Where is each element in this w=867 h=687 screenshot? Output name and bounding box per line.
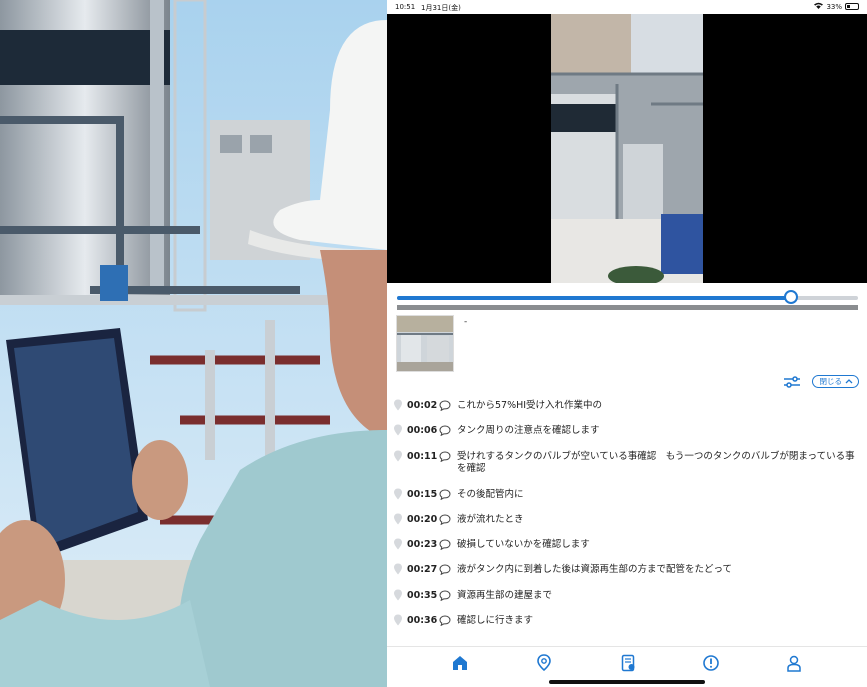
location-pin-icon [394,513,402,525]
alert-icon[interactable] [702,654,720,672]
sliders-icon[interactable] [783,375,800,388]
chevron-up-icon [845,377,853,386]
transcript-row[interactable]: 00:36 確認しに行きます [387,612,867,637]
transcript-row[interactable]: 00:23 破損していないかを確認します [387,536,867,561]
transcript-row[interactable]: 00:20 液が流れたとき [387,511,867,536]
transcript-time[interactable]: 00:15 [407,489,437,500]
video-seekbar[interactable] [397,290,858,304]
close-transcript-button[interactable]: 閉じる [811,375,859,388]
transcript-time[interactable]: 00:35 [407,590,437,601]
video-buffer-bar [397,305,858,310]
transcript-time[interactable]: 00:27 [407,564,437,575]
transcript-text: 液が流れたとき [457,513,524,525]
video-player[interactable] [387,14,867,283]
location-pin-icon [394,424,402,436]
location-pin-icon [394,399,402,411]
transcript-text: 確認しに行きます [457,615,534,627]
location-pin-icon [394,450,402,462]
status-time: 10:51 [395,3,416,11]
location-pin-icon [394,563,402,575]
comment-icon [439,539,451,551]
wifi-icon [814,2,824,11]
transcript-time[interactable]: 00:20 [407,514,437,525]
user-icon[interactable] [785,654,803,672]
comment-icon [439,489,451,500]
transcript-row[interactable]: 00:15 その後配管内に [387,486,867,511]
transcript-text: タンク周りの注意点を確認します [457,425,600,437]
battery-percent: 33% [826,2,842,11]
clip-thumbnail[interactable] [396,315,454,372]
transcript-time[interactable]: 00:36 [407,615,437,626]
comment-icon [439,425,451,437]
transcript-list: 00:02 これから57%HI受け入れ作業中の 00:06 タンク周りの注意点を確認し… [387,397,867,637]
battery-icon [845,3,859,10]
transcript-row[interactable]: 00:11 受けれするタンクのバルブが空いている事確認 もう一つのタンクのバルブが… [387,448,867,486]
transcript-time[interactable]: 00:23 [407,539,437,550]
comment-icon [439,615,451,627]
transcript-time[interactable]: 00:06 [407,425,437,436]
status-bar: 10:51 1月31日(金) 33% [387,0,867,14]
location-pin-icon [394,488,402,500]
close-button-label: 閉じる [819,377,843,386]
home-indicator [549,680,705,684]
transcript-text: 受けれするタンクのバルブが空いている事確認 もう一つのタンクのバルブが閉まってい… [457,450,855,475]
comment-icon [439,451,451,462]
transcript-time[interactable]: 00:02 [407,400,437,411]
transcript-text: 液がタンク内に到着した後は資源再生部の方まで配管をたどって [457,564,733,576]
tablet-screen: 10:51 1月31日(金) 33% - 閉じる 00:02 これから57%HI… [387,0,867,687]
document-icon[interactable] [619,654,637,672]
transcript-row[interactable]: 00:02 これから57%HI受け入れ作業中の [387,397,867,422]
seekbar-progress [397,296,792,300]
transcript-text: これから57%HI受け入れ作業中の [457,400,603,411]
transcript-time[interactable]: 00:11 [407,451,437,462]
home-icon[interactable] [451,654,469,672]
transcript-text: 資源再生部の建屋まで [457,589,553,601]
battery-level [847,5,850,8]
location-pin-icon [394,589,402,601]
comment-icon [439,400,451,411]
status-right: 33% [814,2,859,11]
location-pin-icon [394,614,402,626]
status-date: 1月31日(金) [421,4,461,12]
location-pin-icon[interactable] [535,654,553,672]
video-frame [551,14,703,283]
transcript-row[interactable]: 00:06 タンク周りの注意点を確認します [387,422,867,447]
transcript-text: 破損していないかを確認します [457,539,590,551]
transcript-text: その後配管内に [457,488,524,500]
comment-icon [439,514,451,525]
location-pin-icon [394,538,402,550]
transcript-controls: 閉じる [783,375,859,388]
comment-icon [439,564,451,576]
seekbar-handle[interactable] [784,290,799,304]
worker-photo [0,0,387,687]
transcript-row[interactable]: 00:27 液がタンク内に到着した後は資源再生部の方まで配管をたどって [387,561,867,586]
transcript-row[interactable]: 00:35 資源再生部の建屋まで [387,587,867,612]
clip-caption: - [464,317,468,327]
comment-icon [439,590,451,601]
